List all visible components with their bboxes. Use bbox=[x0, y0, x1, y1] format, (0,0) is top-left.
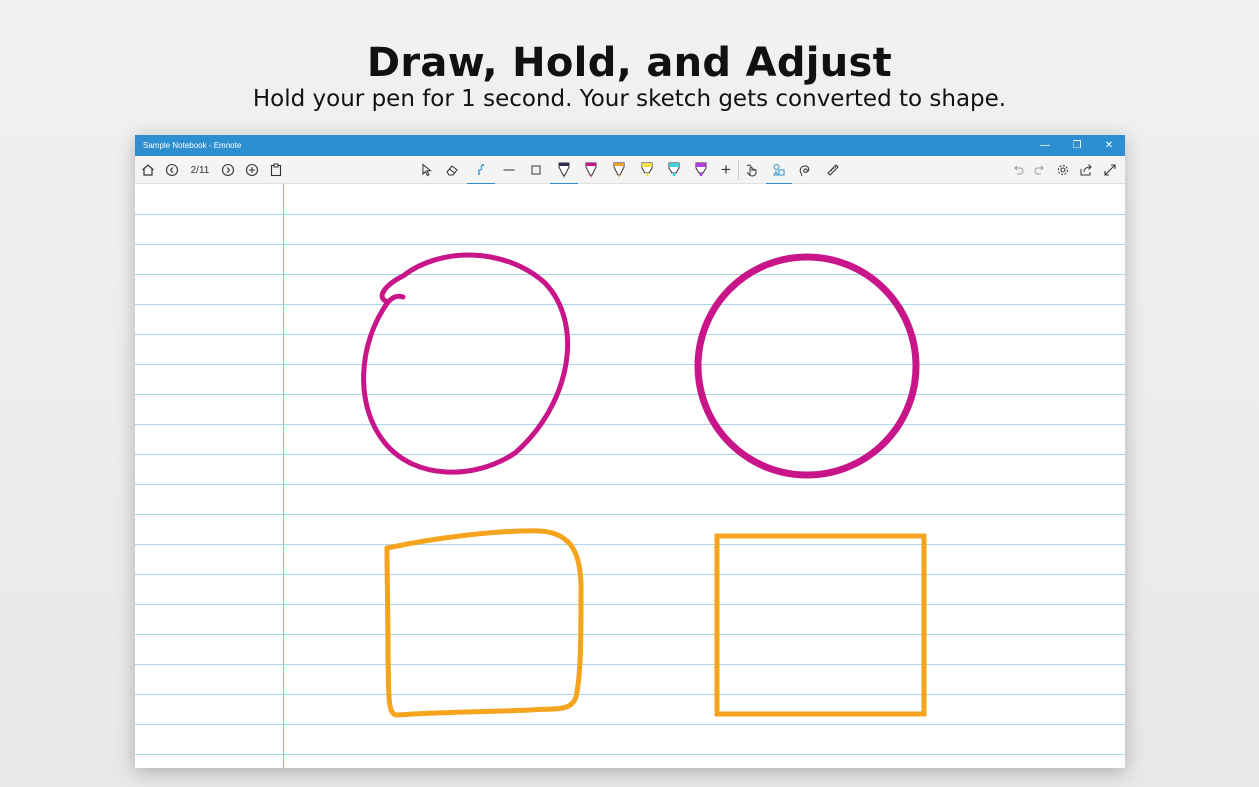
converted-circle bbox=[694, 253, 920, 479]
sketched-rectangle bbox=[384, 528, 584, 718]
hero-title: Draw, Hold, and Adjust bbox=[366, 40, 893, 86]
converted-rectangle bbox=[714, 533, 927, 717]
app-window: Sample Notebook - Emnote — ❐ ✕ 2/11 + bbox=[135, 135, 1125, 768]
sketched-circle bbox=[361, 252, 571, 475]
ink-canvas[interactable] bbox=[135, 135, 1125, 768]
hero-subtitle: Hold your pen for 1 second. Your sketch … bbox=[252, 86, 1007, 112]
